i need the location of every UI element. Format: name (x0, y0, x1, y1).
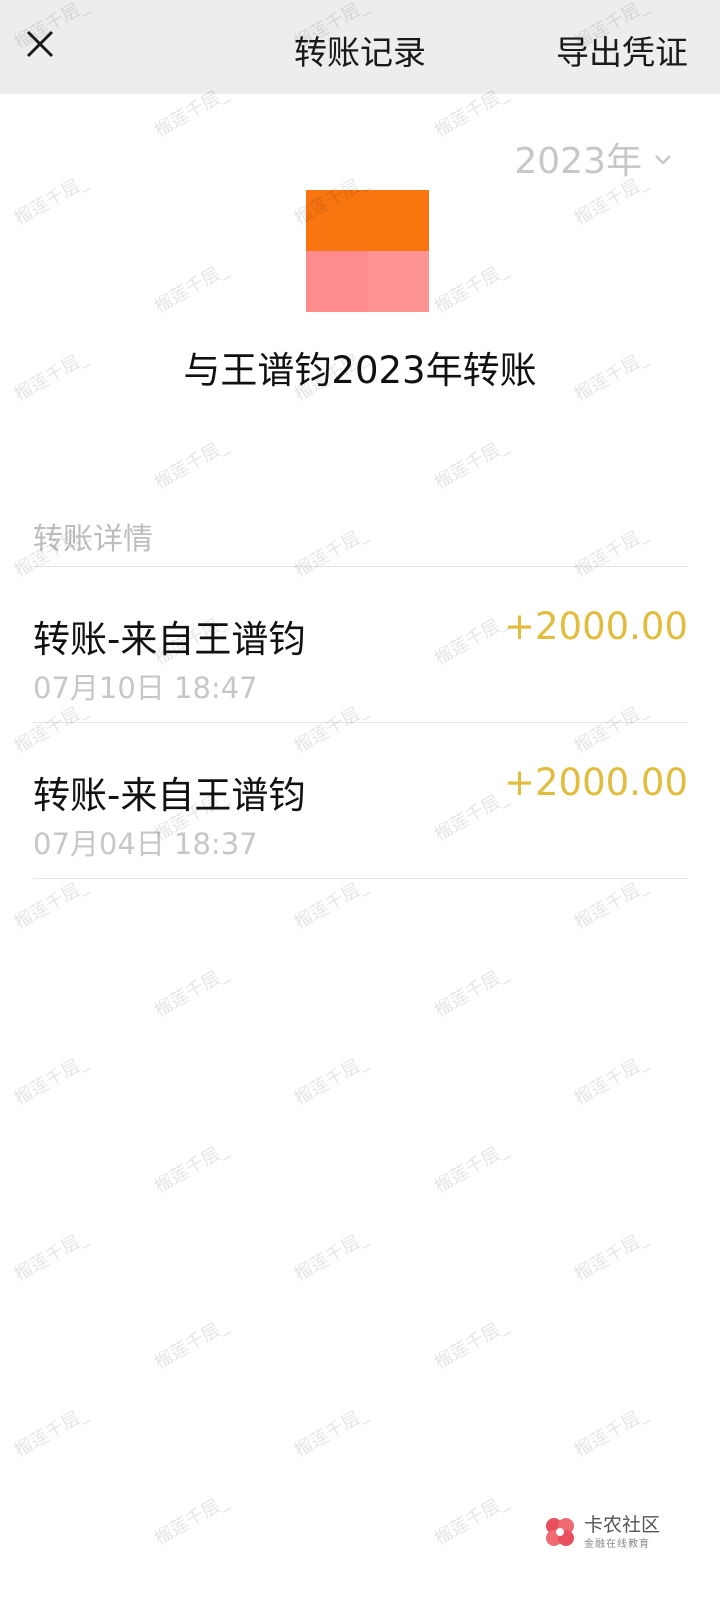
divider (33, 878, 688, 879)
watermark-text: 榴莲千层_ (150, 434, 232, 494)
watermark-text: 榴莲千层_ (10, 1050, 92, 1110)
watermark-text: 榴莲千层_ (290, 1226, 372, 1286)
watermark-text: 榴莲千层_ (430, 1490, 512, 1550)
avatar-tile (367, 190, 429, 251)
watermark-text: 榴莲千层_ (290, 1402, 372, 1462)
transaction-row[interactable]: 转账-来自王谱钧 07月04日 18:37 +2000.00 (33, 723, 688, 877)
watermark-text: 榴莲千层_ (430, 258, 512, 318)
watermark-text: 榴莲千层_ (150, 962, 232, 1022)
avatar-tile (306, 251, 368, 312)
watermark-text: 榴莲千层_ (290, 1050, 372, 1110)
transaction-row[interactable]: 转账-来自王谱钧 07月10日 18:47 +2000.00 (33, 567, 688, 721)
logo-subtitle: 金融在线教育 (584, 1538, 650, 1550)
watermark-text: 榴莲千层_ (10, 874, 92, 934)
watermark-text: 榴莲千层_ (150, 258, 232, 318)
transaction-name: 转账-来自王谱钧 (33, 774, 306, 817)
watermark-text: 榴莲千层_ (430, 962, 512, 1022)
avatar (306, 190, 429, 312)
transaction-name: 转账-来自王谱钧 (33, 618, 306, 661)
year-value: 2023年 (514, 141, 642, 182)
transaction-amount: +2000.00 (503, 605, 688, 648)
watermark-text: 榴莲千层_ (430, 1314, 512, 1374)
watermark-text: 榴莲千层_ (150, 1490, 232, 1550)
watermark-text: 榴莲千层_ (430, 434, 512, 494)
chevron-down-icon (655, 155, 671, 165)
flower-logo-icon (546, 1518, 574, 1546)
transaction-amount: +2000.00 (503, 761, 688, 804)
top-bar: 转账记录 导出凭证 (0, 0, 720, 94)
transfer-summary-title: 与王谱钧2023年转账 (183, 349, 537, 392)
community-logo: 卡农社区 金融在线教育 (542, 1512, 692, 1552)
watermark-text: 榴莲千层_ (10, 1226, 92, 1286)
transaction-time: 07月04日 18:37 (33, 827, 258, 861)
watermark-text: 榴莲千层_ (10, 170, 92, 230)
watermark-text: 榴莲千层_ (430, 1138, 512, 1198)
watermark-text: 榴莲千层_ (150, 1314, 232, 1374)
section-label: 转账详情 (33, 522, 153, 557)
avatar-tile (306, 190, 368, 251)
watermark-text: 榴莲千层_ (570, 874, 652, 934)
watermark-text: 榴莲千层_ (150, 1138, 232, 1198)
watermark-text: 榴莲千层_ (10, 1402, 92, 1462)
logo-name: 卡农社区 (584, 1513, 661, 1536)
transaction-time: 07月10日 18:47 (33, 671, 258, 705)
year-selector[interactable]: 2023年 (514, 132, 672, 184)
watermark-text: 榴莲千层_ (570, 1226, 652, 1286)
watermark-text: 榴莲千层_ (570, 1050, 652, 1110)
avatar-tile (367, 251, 429, 312)
export-voucher-button[interactable]: 导出凭证 (556, 26, 688, 74)
watermark-text: 榴莲千层_ (290, 874, 372, 934)
watermark-text: 榴莲千层_ (570, 1402, 652, 1462)
